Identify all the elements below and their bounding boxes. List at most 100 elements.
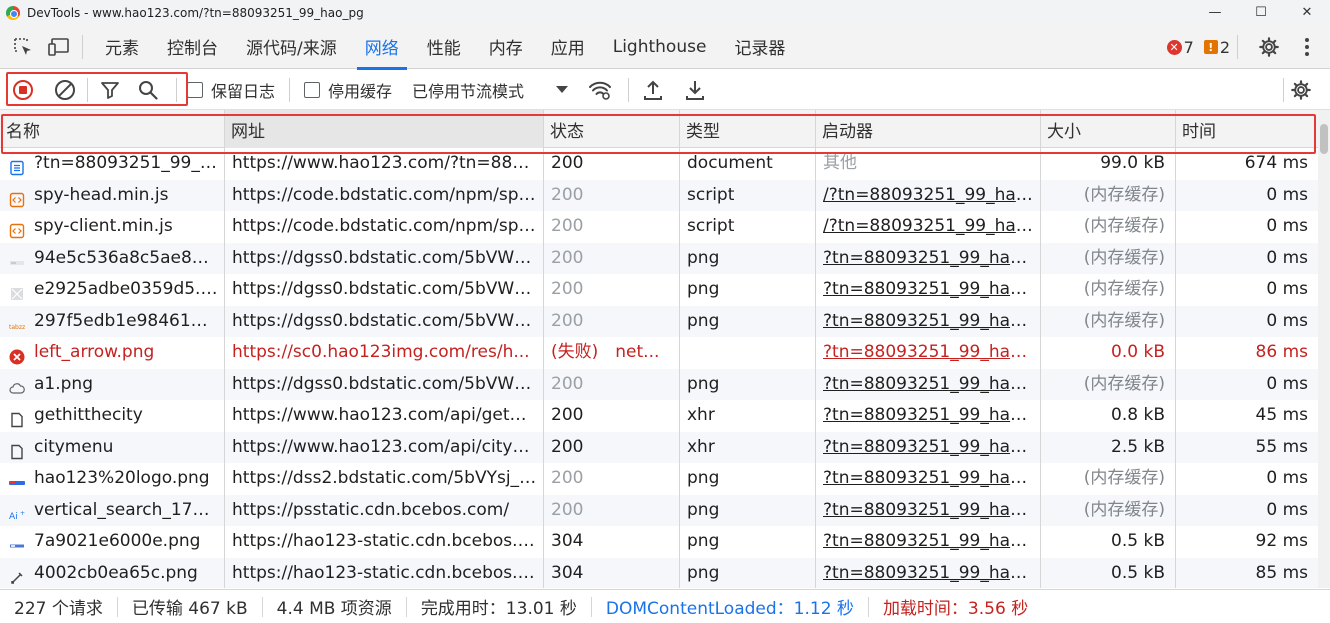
window-controls: — ☐ ✕ — [1192, 0, 1330, 25]
time-text: 92 ms — [1255, 531, 1308, 551]
cell-initiator[interactable]: ?tn=88093251_99_hao_pg — [816, 494, 1041, 526]
name-text: citymenu — [34, 436, 114, 457]
inspect-element-icon[interactable] — [8, 32, 38, 62]
type-text: xhr — [687, 405, 715, 425]
table-row[interactable]: spy-client.min.js https://code.bdstatic.c… — [0, 211, 1318, 243]
maximize-button[interactable]: ☐ — [1238, 0, 1284, 25]
status-text: 200 — [551, 373, 584, 394]
cell-size: 0.5 kB — [1041, 557, 1176, 588]
cell-status: 200 — [544, 274, 680, 306]
size-text: 0.5 kB — [1111, 531, 1165, 551]
cell-initiator[interactable]: ?tn=88093251_99_hao_pg — [816, 305, 1041, 337]
tab-recorder[interactable]: 记录器 — [720, 25, 799, 69]
broken-image-icon — [9, 282, 25, 300]
cell-size: (内存缓存) — [1041, 179, 1176, 211]
tab-console[interactable]: 控制台 — [153, 25, 232, 69]
cell-time: 0 ms — [1176, 495, 1318, 527]
table-row[interactable]: 94e5c536a8c5ae84.png https://dgss0.bdstat… — [0, 242, 1318, 274]
tab-memory[interactable]: 内存 — [475, 25, 537, 69]
close-button[interactable]: ✕ — [1284, 0, 1330, 25]
type-text: png — [687, 373, 720, 394]
checkbox-box[interactable] — [187, 81, 203, 98]
tab-elements[interactable]: 元素 — [91, 25, 153, 69]
type-text: script — [687, 216, 735, 236]
initiator-text: ?tn=88093251_99_hao_pg — [823, 436, 1041, 457]
minimize-button[interactable]: — — [1192, 0, 1238, 25]
export-har-icon[interactable] — [677, 72, 713, 108]
cell-url: https://dgss0.bdstatic.com/5bVWsj_p_tVS5… — [225, 242, 544, 274]
panel-tab-bar: 元素 控制台 源代码/来源 网络 性能 内存 应用 Lighthouse 记录器… — [0, 25, 1330, 70]
cell-size: 0.5 kB — [1041, 526, 1176, 558]
tab-sources[interactable]: 源代码/来源 — [232, 25, 351, 69]
type-text: script — [687, 184, 735, 205]
size-text: (内存缓存) — [1083, 468, 1165, 488]
table-scrollbar[interactable] — [1318, 110, 1330, 588]
type-text: xhr — [687, 436, 715, 457]
tab-performance[interactable]: 性能 — [413, 25, 475, 69]
table-row[interactable]: e2925adbe0359d5.png https://dgss0.bdstati… — [0, 274, 1318, 306]
network-settings-gear-icon[interactable] — [1283, 72, 1319, 108]
more-options-icon[interactable] — [1292, 32, 1322, 62]
cell-type: png — [680, 557, 816, 588]
table-row[interactable]: 4002cb0ea65c.png https://hao123-static.cd… — [0, 557, 1318, 588]
initiator-text: ?tn=88093251_99_hao_pg — [823, 310, 1041, 331]
cell-initiator[interactable]: ?tn=88093251_99_hao_pg — [816, 557, 1041, 588]
resources-size: 4.4 MB 项资源 — [263, 596, 407, 619]
url-text: https://dgss0.bdstatic.com/5bVWsj_p_tVS5… — [232, 373, 543, 394]
table-row[interactable]: 7a9021e6000e.png https://hao123-static.cd… — [0, 526, 1318, 558]
size-text: (内存缓存) — [1083, 184, 1165, 205]
url-text: https://www.hao123.com/api/gethitthecity — [232, 405, 543, 425]
time-text: 55 ms — [1255, 436, 1308, 457]
disable-cache-checkbox[interactable]: 停用缓存 — [304, 78, 392, 102]
taobao-thumb-icon: tabzz — [9, 314, 25, 331]
network-conditions-icon[interactable] — [582, 72, 618, 108]
error-count-badge[interactable]: ✕ 7 — [1166, 38, 1194, 57]
cell-type: png — [680, 274, 816, 306]
cell-initiator[interactable]: ?tn=88093251_99_hao_pg — [816, 431, 1041, 463]
issue-badges[interactable]: ✕ 7 ! 2 — [1166, 25, 1230, 69]
cell-initiator[interactable]: ?tn=88093251_99_hao_pg — [816, 526, 1041, 558]
table-row[interactable]: left_arrow.png https://sc0.hao123img.com/… — [0, 337, 1318, 369]
table-row[interactable]: citymenu https://www.hao123.com/api/citym… — [0, 431, 1318, 463]
chrome-icon — [6, 5, 20, 20]
cell-name: Ai+ vertical_search_1752.png — [0, 494, 225, 526]
tab-lighthouse[interactable]: Lighthouse — [599, 25, 721, 69]
tab-network[interactable]: 网络 — [351, 25, 413, 70]
table-row[interactable]: spy-head.min.js https://code.bdstatic.com… — [0, 179, 1318, 211]
table-row[interactable]: hao123%20logo.png https://dss2.bdstatic.c… — [0, 463, 1318, 495]
url-text: https://dgss0.bdstatic.com/5bVWsj_p_tVS5… — [232, 279, 543, 299]
cell-initiator[interactable]: ?tn=88093251_99_hao_pg — [816, 368, 1041, 400]
warning-count-badge[interactable]: ! 2 — [1203, 38, 1230, 57]
preserve-log-label: 保留日志 — [211, 81, 276, 101]
size-text: (内存缓存) — [1083, 279, 1165, 299]
size-text: 0.0 kB — [1111, 342, 1165, 362]
name-text: gethitthecity — [34, 405, 143, 425]
cell-initiator[interactable]: ?tn=88093251_99_hao_pg — [816, 400, 1041, 432]
cell-url: https://code.bdstatic.com/npm/spy-head.m… — [225, 179, 544, 211]
scrollbar-thumb[interactable] — [1320, 124, 1328, 154]
cell-initiator[interactable]: ?tn=88093251_99_hao_pg — [816, 274, 1041, 306]
initiator-text: ?tn=88093251_99_hao_pg — [823, 279, 1041, 299]
preserve-log-checkbox[interactable]: 保留日志 — [187, 78, 275, 102]
cell-initiator[interactable]: /?tn=88093251_99_hao_pg — [816, 211, 1041, 243]
table-row[interactable]: gethitthecity https://www.hao123.com/api/… — [0, 400, 1318, 432]
table-row[interactable]: tabzz 297f5edb1e984613.png https://dgss0.b… — [0, 305, 1318, 337]
device-toolbar-icon[interactable] — [44, 32, 74, 62]
tab-application[interactable]: 应用 — [537, 25, 599, 69]
table-row[interactable]: a1.png https://dgss0.bdstatic.com/5bVWsj_… — [0, 368, 1318, 400]
name-text: vertical_search_1752.png — [34, 499, 224, 520]
cell-initiator[interactable]: /?tn=88093251_99_hao_pg — [816, 179, 1041, 211]
cell-initiator[interactable]: ?tn=88093251_99_hao_pg — [816, 242, 1041, 274]
checkbox-box[interactable] — [304, 81, 321, 98]
cell-type: png — [680, 368, 816, 400]
settings-gear-icon[interactable] — [1254, 32, 1284, 62]
cell-initiator[interactable]: ?tn=88093251_99_hao_pg — [816, 337, 1041, 369]
cell-type: png — [680, 526, 816, 558]
name-text: ?tn=88093251_99_hao_pg — [34, 153, 224, 173]
size-text: 2.5 kB — [1111, 436, 1165, 457]
throttle-select[interactable]: 已停用节流模式 — [412, 78, 569, 102]
svg-text:Ai: Ai — [9, 512, 18, 522]
import-har-icon[interactable] — [635, 72, 671, 108]
table-row[interactable]: Ai+ vertical_search_1752.png https://pssta… — [0, 494, 1318, 527]
cell-initiator[interactable]: ?tn=88093251_99_hao_pg — [816, 463, 1041, 495]
